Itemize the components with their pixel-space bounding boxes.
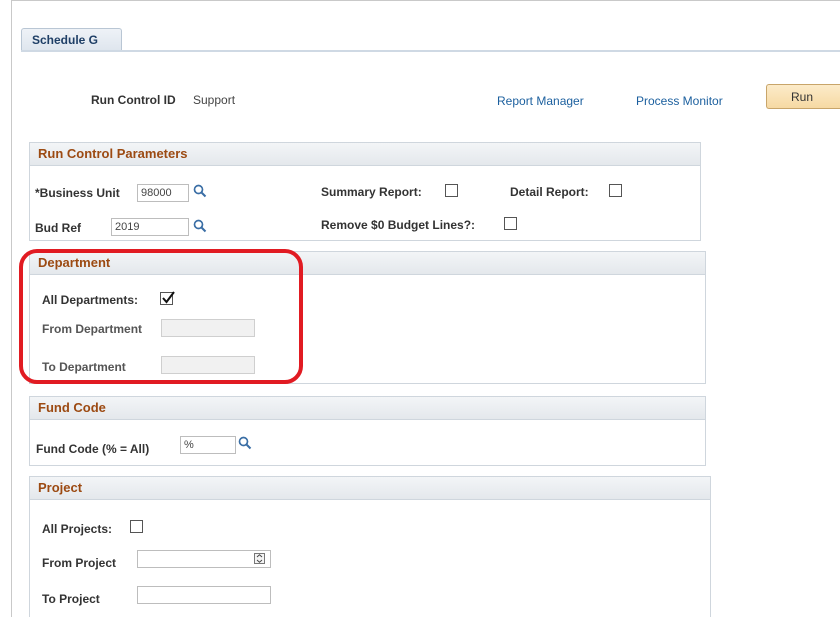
to-department-label: To Department — [42, 360, 126, 374]
from-department-input[interactable] — [161, 319, 255, 337]
run-control-id-label: Run Control ID — [91, 93, 176, 107]
remove-zero-budget-label: Remove $0 Budget Lines?: — [321, 218, 476, 232]
project-section: Project — [29, 476, 711, 617]
to-project-label: To Project — [42, 592, 100, 606]
search-icon[interactable] — [193, 184, 207, 201]
search-icon[interactable] — [193, 219, 207, 236]
section-title: Project — [38, 480, 83, 495]
section-header: Run Control Parameters — [30, 143, 700, 166]
department-section: Department — [29, 251, 706, 384]
bud-ref-label: Bud Ref — [35, 221, 81, 235]
section-title: Run Control Parameters — [38, 146, 188, 161]
to-department-input[interactable] — [161, 356, 255, 374]
field-prompt-icon[interactable] — [254, 553, 265, 567]
fund-code-input[interactable] — [180, 436, 236, 454]
to-project-input[interactable] — [137, 586, 271, 604]
all-departments-checkbox[interactable] — [160, 291, 175, 305]
section-header: Department — [30, 252, 705, 275]
section-title: Fund Code — [38, 400, 106, 415]
report-manager-link[interactable]: Report Manager — [497, 94, 584, 108]
all-projects-label: All Projects: — [42, 522, 113, 536]
bud-ref-input[interactable] — [111, 218, 189, 236]
checkmark-icon — [162, 291, 175, 304]
detail-report-checkbox[interactable] — [609, 184, 622, 197]
business-unit-label: *Business Unit — [35, 186, 120, 200]
remove-zero-budget-checkbox[interactable] — [504, 217, 517, 230]
section-header: Project — [30, 477, 710, 500]
all-projects-checkbox[interactable] — [130, 520, 143, 533]
business-unit-input[interactable] — [137, 184, 189, 202]
from-project-label: From Project — [42, 556, 117, 570]
tab-divider — [21, 50, 840, 52]
summary-report-label: Summary Report: — [321, 185, 422, 199]
all-departments-label: All Departments: — [42, 293, 139, 307]
from-department-label: From Department — [42, 322, 143, 336]
tab-schedule-g[interactable]: Schedule G — [21, 28, 122, 50]
run-button[interactable]: Run — [766, 84, 840, 109]
search-icon[interactable] — [238, 436, 252, 453]
fund-code-label: Fund Code (% = All) — [36, 442, 150, 456]
summary-report-checkbox[interactable] — [445, 184, 458, 197]
section-header: Fund Code — [30, 397, 705, 420]
run-control-id-value: Support — [193, 93, 236, 107]
from-project-input[interactable] — [137, 550, 271, 568]
process-monitor-link[interactable]: Process Monitor — [636, 94, 723, 108]
section-title: Department — [38, 255, 111, 270]
detail-report-label: Detail Report: — [510, 185, 589, 199]
